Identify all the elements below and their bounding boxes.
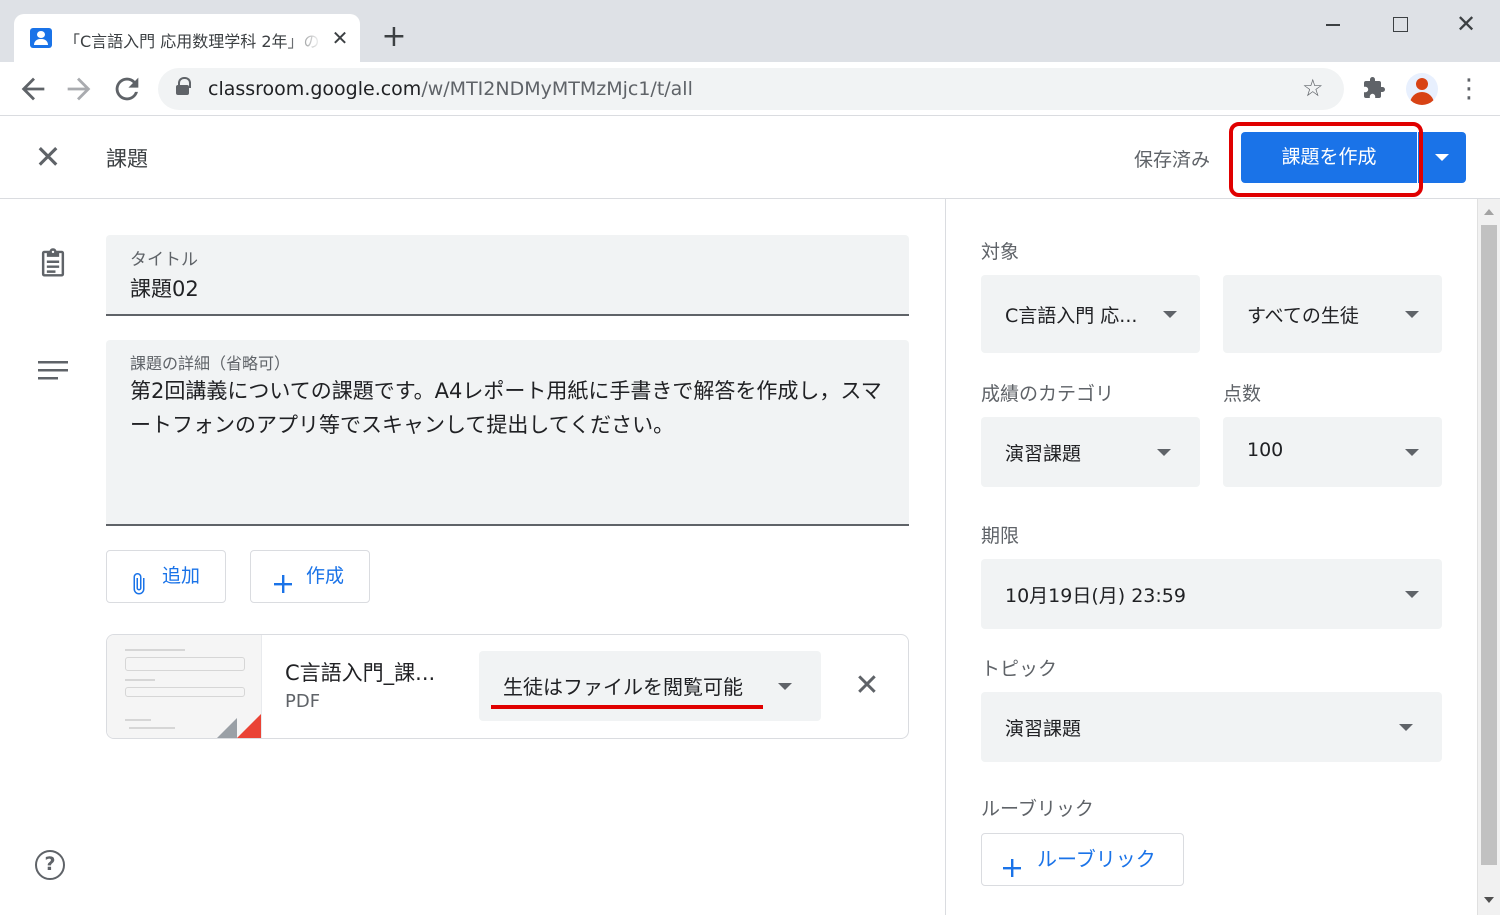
rubric-button-label: ルーブリック — [1037, 847, 1156, 871]
pdf-corner-icon — [237, 714, 261, 738]
rubric-label: ルーブリック — [981, 798, 1094, 820]
kebab-menu-icon[interactable]: ⋮ — [1456, 74, 1482, 104]
avatar-body — [1410, 92, 1434, 105]
grade-category-select[interactable]: 演習課題 — [981, 417, 1200, 487]
dropdown-caret-icon — [1399, 724, 1413, 731]
browser-toolbar: classroom.google.com/w/MTI2NDMyMTMzMjc1/… — [0, 62, 1500, 116]
page-title: 課題 — [106, 147, 148, 171]
browser-tab[interactable]: 「C言語入門 応用数理学科 2年」の ✕ — [14, 14, 360, 62]
reload-icon[interactable] — [110, 72, 144, 106]
for-label: 対象 — [981, 241, 1020, 263]
remove-attachment-icon[interactable]: ✕ — [853, 669, 881, 703]
thumb-box — [125, 657, 245, 671]
class-select-value: C言語入門 応... — [1005, 305, 1138, 327]
grade-category-value: 演習課題 — [1005, 443, 1082, 465]
new-tab-button[interactable]: + — [380, 22, 408, 52]
dropdown-caret-icon — [1157, 449, 1171, 456]
classroom-favicon-icon — [30, 28, 52, 48]
bookmark-star-icon[interactable]: ☆ — [1302, 74, 1324, 102]
attachment-card[interactable]: C言語入門_課... PDF 生徒はファイルを閲覧可能 ✕ — [106, 634, 909, 739]
browser-titlebar: 「C言語入門 応用数理学科 2年」の ✕ + ✕ — [0, 0, 1500, 62]
plus-icon — [273, 565, 293, 593]
dropdown-caret-icon — [1405, 591, 1419, 598]
profile-avatar[interactable] — [1406, 73, 1438, 105]
highlight-underline — [491, 705, 763, 709]
assignment-form: タイトル 課題02 課題の詳細（省略可） 第2回講義についての課題です。A4レポ… — [0, 199, 945, 915]
settings-scrollbar[interactable] — [1477, 199, 1500, 915]
points-value: 100 — [1247, 439, 1284, 461]
thumb-box — [125, 687, 245, 697]
avatar-head — [1416, 78, 1428, 90]
forward-arrow-icon[interactable] — [62, 72, 96, 106]
description-lines-icon — [38, 359, 68, 383]
thumb-line — [125, 719, 151, 721]
topic-select[interactable]: 演習課題 — [981, 692, 1442, 762]
plus-icon — [1002, 848, 1022, 877]
scroll-up-arrow-icon[interactable] — [1484, 209, 1494, 215]
topic-label: トピック — [981, 658, 1058, 680]
due-label: 期限 — [981, 525, 1020, 547]
description-label: 課題の詳細（省略可） — [130, 354, 291, 373]
dropdown-caret-icon — [778, 683, 792, 690]
url-path: /w/MTI2NDMyMTMzMjc1/t/all — [421, 78, 693, 100]
due-value: 10月19日(月) 23:59 — [1005, 585, 1186, 607]
help-icon[interactable]: ? — [35, 850, 65, 880]
minimize-window-button[interactable] — [1314, 10, 1354, 38]
topic-value: 演習課題 — [1005, 718, 1082, 740]
students-select-value: すべての生徒 — [1247, 305, 1359, 327]
attachment-type: PDF — [285, 691, 321, 712]
assignment-clipboard-icon — [38, 247, 68, 279]
tab-title: 「C言語入門 応用数理学科 2年」の — [64, 32, 320, 50]
settings-panel: 対象 C言語入門 応... すべての生徒 成績のカテゴリ 点数 演習課題 100… — [945, 199, 1477, 915]
highlight-box — [1229, 122, 1423, 197]
create-options-dropdown-button[interactable] — [1418, 132, 1466, 183]
thumb-line — [125, 649, 185, 651]
title-value[interactable]: 課題02 — [130, 273, 199, 303]
grade-category-label: 成績のカテゴリ — [981, 383, 1115, 405]
add-rubric-button[interactable]: ルーブリック — [981, 833, 1184, 886]
dropdown-caret-icon — [1163, 311, 1177, 318]
title-label: タイトル — [130, 250, 198, 270]
thumb-line — [129, 727, 175, 729]
scroll-thumb[interactable] — [1481, 225, 1497, 865]
add-attachment-button[interactable]: 追加 — [106, 550, 226, 603]
create-attachment-button[interactable]: 作成 — [250, 550, 370, 603]
paperclip-icon — [129, 565, 149, 595]
dropdown-caret-icon — [1405, 449, 1419, 456]
lock-icon[interactable] — [176, 77, 191, 96]
dropdown-caret-icon — [1405, 311, 1419, 318]
url-text[interactable]: classroom.google.com/w/MTI2NDMyMTMzMjc1/… — [208, 78, 693, 100]
saved-status: 保存済み — [1134, 149, 1211, 171]
create-button-label: 作成 — [306, 565, 345, 587]
title-input[interactable]: タイトル 課題02 — [106, 235, 909, 316]
students-select[interactable]: すべての生徒 — [1223, 275, 1442, 353]
due-date-select[interactable]: 10月19日(月) 23:59 — [981, 559, 1442, 629]
pdf-thumbnail[interactable] — [107, 635, 262, 738]
description-textarea[interactable]: 課題の詳細（省略可） 第2回講義についての課題です。A4レポート用紙に手書きで解… — [106, 340, 909, 526]
points-select[interactable]: 100 — [1223, 417, 1442, 487]
add-button-label: 追加 — [162, 565, 201, 587]
scroll-down-arrow-icon[interactable] — [1484, 897, 1494, 903]
thumb-line — [125, 679, 155, 681]
tab-close-icon[interactable]: ✕ — [328, 26, 352, 50]
url-host: classroom.google.com — [208, 78, 422, 100]
pdf-fold-icon — [217, 718, 237, 738]
maximize-window-button[interactable] — [1380, 10, 1420, 38]
attachment-name[interactable]: C言語入門_課... — [285, 657, 435, 687]
assignment-header: ✕ 課題 保存済み 課題を作成 — [0, 117, 1500, 199]
student-permission-select[interactable]: 生徒はファイルを閲覧可能 — [479, 651, 821, 721]
address-bar[interactable]: classroom.google.com/w/MTI2NDMyMTMzMjc1/… — [158, 68, 1344, 110]
permission-value: 生徒はファイルを閲覧可能 — [503, 675, 743, 699]
points-label: 点数 — [1223, 383, 1262, 405]
close-window-button[interactable]: ✕ — [1446, 10, 1486, 38]
close-icon[interactable]: ✕ — [32, 141, 64, 173]
class-select[interactable]: C言語入門 応... — [981, 275, 1200, 353]
extensions-puzzle-icon[interactable] — [1362, 76, 1386, 100]
back-arrow-icon[interactable] — [16, 72, 50, 106]
description-value[interactable]: 第2回講義についての課題です。A4レポート用紙に手書きで解答を作成し，スマートフ… — [130, 374, 890, 442]
